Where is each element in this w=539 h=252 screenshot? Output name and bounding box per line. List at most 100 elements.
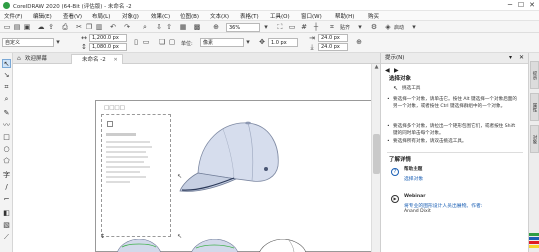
preset-dropdown-icon[interactable]: ▾	[54, 38, 62, 46]
artistic-media-tool-icon[interactable]: 〰	[2, 121, 11, 130]
menu-effects[interactable]: 效果(C)	[151, 12, 170, 20]
units-dropdown-icon[interactable]: ▾	[244, 38, 252, 46]
polygon-tool-icon[interactable]: ⬠	[2, 157, 11, 166]
cut-icon[interactable]: ✂	[75, 23, 83, 31]
launch-label[interactable]: 启动	[394, 24, 404, 31]
freehand-tool-icon[interactable]: ✎	[2, 109, 11, 118]
quick-customize-icon[interactable]: ⊕	[355, 38, 363, 46]
menu-layout[interactable]: 布局(L)	[92, 12, 110, 20]
copy-icon[interactable]: ❐	[85, 23, 93, 31]
zoom-tool-icon[interactable]: ⌕	[2, 95, 11, 104]
menu-buy[interactable]: 购买	[368, 12, 379, 20]
publish-pdf-icon[interactable]: ▦	[179, 23, 187, 31]
shape-tool-icon[interactable]: ↘	[2, 71, 11, 80]
portrait-icon[interactable]: ▯	[132, 38, 140, 46]
paste-icon[interactable]: ▥	[95, 23, 103, 31]
tab-close-icon[interactable]: ✕	[113, 57, 117, 63]
shadow-tool-icon[interactable]: ◧	[2, 209, 11, 218]
import-icon[interactable]: ⇩	[155, 23, 163, 31]
search-icon[interactable]: ⌕	[141, 23, 149, 31]
color-swatch-yellow[interactable]	[529, 245, 539, 248]
undo-icon[interactable]: ↶	[109, 23, 117, 31]
menu-text[interactable]: 文本(X)	[210, 12, 229, 20]
color-swatch-red[interactable]	[529, 241, 539, 244]
all-pages-icon[interactable]: ❏	[158, 38, 166, 46]
guidelines-icon[interactable]: ┼	[312, 23, 320, 31]
cloud-icon[interactable]: ☁	[37, 23, 45, 31]
maximize-button[interactable]: ☐	[516, 1, 526, 10]
launch-dropdown-icon[interactable]: ▾	[410, 23, 418, 31]
webinar-link[interactable]: 将专业的图形设计人员出展物。作者:	[404, 202, 524, 209]
snap-label[interactable]: 贴齐	[340, 24, 350, 31]
canvas-vertical-scrollbar[interactable]: ▲	[371, 64, 380, 252]
page-height-field[interactable]: 1,080.0 px	[89, 43, 127, 51]
scroll-thumb[interactable]	[373, 134, 380, 174]
zoom-level-field[interactable]: 36%	[226, 23, 260, 32]
menu-file[interactable]: 文件(F)	[4, 12, 22, 20]
new-document-icon[interactable]: ▭	[3, 23, 11, 31]
scroll-up-icon[interactable]: ▲	[373, 64, 380, 70]
full-screen-icon[interactable]: ⛶	[276, 23, 284, 31]
cap-thumbnail-front[interactable]	[114, 239, 164, 252]
cap-thumbnail-outline[interactable]	[254, 239, 309, 252]
app-launcher-icon[interactable]: ▩	[193, 23, 201, 31]
close-button[interactable]: ✕	[527, 1, 537, 10]
units-select[interactable]: 像素	[200, 38, 244, 47]
side-tab-objects[interactable]: 对象	[530, 125, 539, 153]
menu-tools[interactable]: 工具(O)	[270, 12, 290, 20]
menu-view[interactable]: 查看(V)	[63, 12, 82, 20]
baseball-cap-illustration[interactable]	[178, 111, 288, 201]
connector-tool-icon[interactable]: ⌐	[2, 195, 11, 204]
save-icon[interactable]: ▣	[23, 23, 31, 31]
export-icon[interactable]: ⇧	[165, 23, 173, 31]
ellipse-tool-icon[interactable]: ○	[2, 145, 11, 154]
parallel-dimension-tool-icon[interactable]: /	[2, 183, 11, 192]
snap-icon[interactable]: ⌗	[328, 23, 336, 31]
page-width-field[interactable]: 1,200.0 px	[89, 34, 127, 42]
color-swatch-green[interactable]	[529, 233, 539, 236]
text-tool-icon[interactable]: 字	[2, 171, 11, 180]
menu-edit[interactable]: 编辑(E)	[33, 12, 52, 20]
launch-icon[interactable]: ◈	[384, 23, 392, 31]
tab-untitled-2[interactable]: 未命名 -2 ✕	[71, 54, 123, 64]
forward-arrow-icon[interactable]: ▶	[394, 67, 399, 74]
options-gear-icon[interactable]: ⚙	[370, 23, 378, 31]
redo-icon[interactable]: ↷	[123, 23, 131, 31]
zoom-icon[interactable]: ⊕	[212, 23, 220, 31]
transparency-tool-icon[interactable]: ▧	[2, 221, 11, 230]
zoom-dropdown-icon[interactable]: ▾	[262, 23, 270, 31]
pick-tool-icon[interactable]: ↖	[2, 59, 11, 68]
document-page[interactable]: □□□□ ↖ ↕ ↖	[95, 100, 372, 252]
side-tab-hints[interactable]: 提示	[530, 61, 539, 89]
minimize-button[interactable]: ─	[505, 1, 515, 10]
eyedropper-tool-icon[interactable]: ⟋	[2, 233, 11, 242]
print-icon[interactable]: ⎙	[61, 23, 69, 31]
tab-welcome-screen[interactable]: ⌂ 欢迎屏幕	[15, 54, 69, 64]
docker-close-icon[interactable]: ✕	[519, 54, 524, 61]
menu-bitmaps[interactable]: 位图(B)	[180, 12, 199, 20]
nudge-distance-field[interactable]: 1.0 px	[268, 38, 298, 47]
grid-icon[interactable]: #	[300, 23, 308, 31]
cap-thumbnail-side[interactable]	[186, 239, 241, 252]
landscape-icon[interactable]: ▭	[142, 38, 150, 46]
back-arrow-icon[interactable]: ◀	[385, 67, 390, 74]
menu-table[interactable]: 表格(T)	[240, 12, 259, 20]
menu-object[interactable]: 对象(J)	[122, 12, 139, 20]
text-frame[interactable]: □□□□	[101, 105, 171, 237]
cloud-upload-icon[interactable]: ⇪	[47, 23, 55, 31]
side-tab-properties[interactable]: 属性	[530, 93, 539, 121]
rulers-icon[interactable]: ▭	[288, 23, 296, 31]
menu-window[interactable]: 窗口(W)	[301, 12, 322, 20]
duplicate-y-field[interactable]: 24.0 px	[318, 43, 348, 51]
menu-help[interactable]: 帮助(H)	[335, 12, 354, 20]
docker-options-icon[interactable]: ▾	[509, 54, 512, 61]
duplicate-x-field[interactable]: 24.0 px	[318, 34, 348, 42]
open-folder-icon[interactable]: ▤	[13, 23, 21, 31]
crop-tool-icon[interactable]: ⌗	[2, 83, 11, 92]
help-topic-link[interactable]: 选择对象	[404, 175, 423, 182]
snap-dropdown-icon[interactable]: ▾	[356, 23, 364, 31]
page-preset-select[interactable]: 自定义	[2, 38, 54, 47]
rectangle-tool-icon[interactable]: □	[2, 133, 11, 142]
color-swatch-blue[interactable]	[529, 237, 539, 240]
current-page-icon[interactable]: ▢	[168, 38, 176, 46]
